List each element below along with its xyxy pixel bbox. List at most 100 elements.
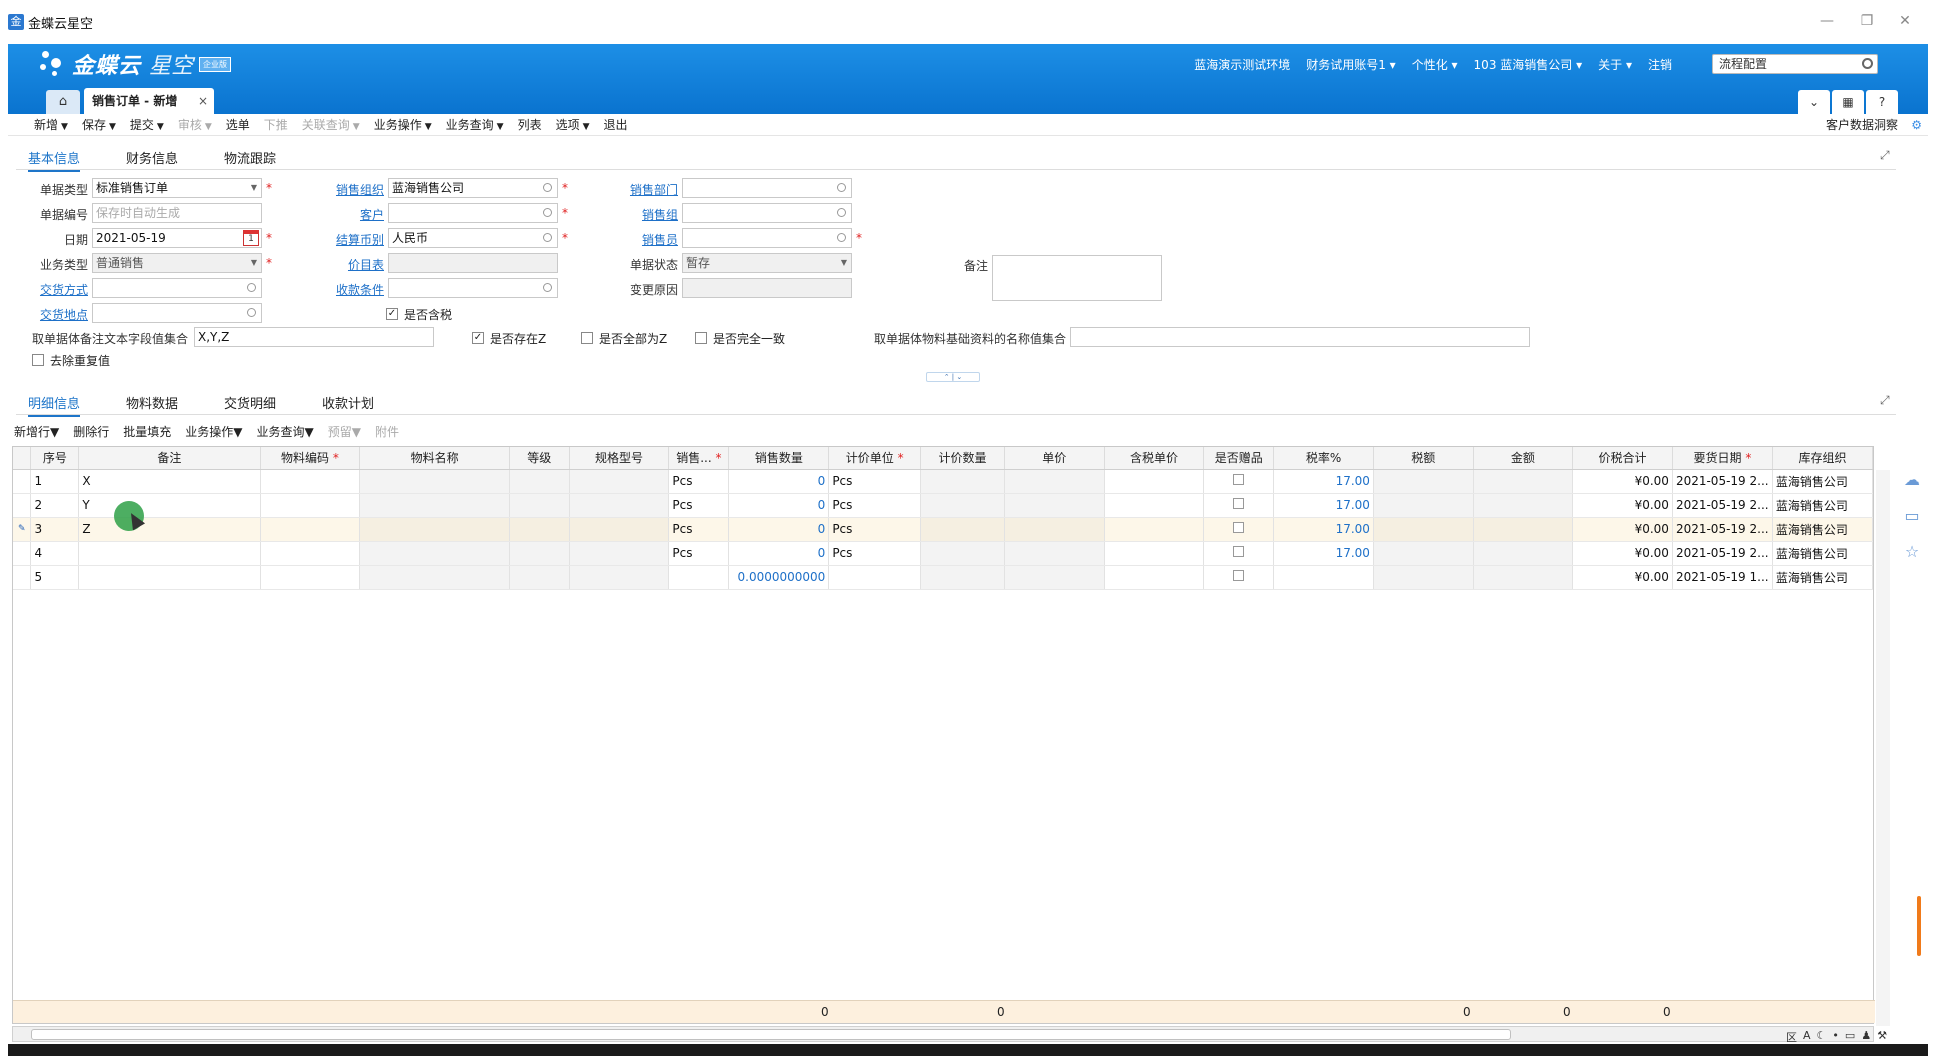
search-icon[interactable]: [247, 308, 256, 317]
table-row[interactable]: ✎ 3 Z Pcs 0 Pcs 17.00 ¥0.00 2021-05-19 2... 蓝海销售公…: [13, 517, 1873, 542]
close-window-button[interactable]: ✕: [1890, 10, 1920, 32]
tb-1[interactable]: 保存 ▼: [82, 118, 116, 132]
all-same-checkbox[interactable]: [695, 332, 707, 344]
tb-2[interactable]: 提交 ▼: [130, 118, 164, 132]
column-header[interactable]: 要货日期 *: [1672, 447, 1773, 470]
collect-material-input[interactable]: [1070, 327, 1530, 347]
column-header[interactable]: 等级: [509, 447, 570, 470]
cell-total[interactable]: ¥0.00: [1572, 517, 1673, 542]
cell-empty[interactable]: [920, 469, 1005, 494]
search-icon[interactable]: [837, 233, 846, 242]
cell-unit[interactable]: Pcs: [668, 541, 730, 566]
status-select[interactable]: 暂存 ▼: [682, 253, 852, 273]
cell-qty[interactable]: 0: [728, 493, 830, 518]
cell-empty[interactable]: [1203, 469, 1275, 494]
gear-icon[interactable]: ⚙: [1911, 118, 1922, 132]
column-header[interactable]: 是否赠品: [1203, 447, 1275, 470]
logout-link[interactable]: 注销: [1648, 56, 1672, 73]
cell-empty[interactable]: [569, 469, 670, 494]
cell-empty[interactable]: [920, 565, 1005, 590]
cell-total[interactable]: ¥0.00: [1572, 493, 1673, 518]
dot-icon[interactable]: •: [1832, 1029, 1839, 1045]
column-header[interactable]: 备注: [78, 447, 261, 470]
calendar-icon[interactable]: 1: [243, 230, 259, 246]
moon-icon[interactable]: ☾: [1817, 1029, 1827, 1045]
gift-checkbox[interactable]: [1233, 570, 1245, 581]
cell-price_unit[interactable]: Pcs: [828, 517, 922, 542]
cell-empty[interactable]: [260, 565, 361, 590]
tab-sales-order-new[interactable]: 销售订单 - 新增 ×: [84, 88, 214, 114]
gift-checkbox[interactable]: [1233, 498, 1245, 509]
search-icon[interactable]: [247, 283, 256, 292]
delivery-place-input[interactable]: [92, 303, 262, 323]
cell-date[interactable]: 2021-05-19 2...: [1672, 469, 1773, 494]
expand-icon[interactable]: ⤢: [1880, 393, 1892, 407]
column-header[interactable]: 计价单位 *: [828, 447, 922, 470]
cell-empty[interactable]: [1004, 517, 1105, 542]
cell-empty[interactable]: [509, 493, 570, 518]
cell-unit[interactable]: Pcs: [668, 469, 730, 494]
cell-date[interactable]: 2021-05-19 2...: [1672, 517, 1773, 542]
cell-empty[interactable]: [920, 541, 1005, 566]
tb-3[interactable]: 审核 ▼: [178, 118, 212, 132]
bill-type-select[interactable]: 标准销售订单 ▼: [92, 178, 262, 198]
cell-tax_rate[interactable]: [1273, 565, 1374, 590]
cell-empty[interactable]: [1373, 565, 1474, 590]
customer-input[interactable]: [388, 203, 558, 223]
env-label[interactable]: 蓝海演示测试环境: [1194, 56, 1290, 73]
gb-3[interactable]: 业务操作▼: [185, 423, 242, 440]
column-header[interactable]: 序号: [30, 447, 80, 470]
cell-tax_rate[interactable]: 17.00: [1273, 517, 1374, 542]
cell-org[interactable]: 蓝海销售公司: [1772, 565, 1873, 590]
delivery-place-link[interactable]: 交货地点: [20, 306, 88, 323]
currency-link[interactable]: 结算币别: [316, 231, 384, 248]
about-menu[interactable]: 关于 ▾: [1598, 56, 1632, 73]
remark-textarea[interactable]: [992, 255, 1162, 301]
column-header[interactable]: 金额: [1473, 447, 1574, 470]
cell-empty[interactable]: [509, 469, 570, 494]
cell-tax_rate[interactable]: 17.00: [1273, 541, 1374, 566]
cell-empty[interactable]: [1473, 469, 1574, 494]
chevron-down-icon[interactable]: ▼: [233, 425, 242, 439]
cell-date[interactable]: 2021-05-19 1...: [1672, 565, 1773, 590]
cell-empty[interactable]: [1203, 541, 1275, 566]
search-icon[interactable]: [543, 208, 552, 217]
font-icon[interactable]: A: [1803, 1029, 1811, 1045]
cell-empty[interactable]: [1473, 565, 1574, 590]
cell-qty[interactable]: 0.0000000000: [728, 565, 830, 590]
column-header[interactable]: 含税单价: [1104, 447, 1205, 470]
tb-8[interactable]: 业务查询 ▼: [446, 118, 504, 132]
ime-icon[interactable]: 区: [1786, 1029, 1797, 1045]
keyboard-icon[interactable]: ▭: [1845, 1029, 1855, 1045]
column-header[interactable]: 单价: [1004, 447, 1105, 470]
gb-6[interactable]: 附件: [375, 423, 399, 440]
column-header[interactable]: [13, 447, 32, 470]
help-icon[interactable]: ?: [1866, 90, 1898, 114]
cell-empty[interactable]: [1373, 469, 1474, 494]
sale-org-link[interactable]: 销售组织: [316, 181, 384, 198]
cell-empty[interactable]: [569, 493, 670, 518]
cell-remark[interactable]: Y: [78, 493, 261, 518]
search-icon[interactable]: [543, 283, 552, 292]
gift-checkbox[interactable]: [1233, 474, 1245, 485]
chevron-down-icon[interactable]: ▼: [583, 122, 590, 132]
cell-unit[interactable]: Pcs: [668, 493, 730, 518]
cell-total[interactable]: ¥0.00: [1572, 541, 1673, 566]
delivery-method-link[interactable]: 交货方式: [20, 281, 88, 298]
user-icon[interactable]: ♟: [1861, 1029, 1871, 1045]
cell-remark[interactable]: Z: [78, 517, 261, 542]
table-row[interactable]: 1 X Pcs 0 Pcs 17.00 ¥0.00 2021-05-19 2... 蓝海销售公司: [13, 469, 1873, 494]
chevron-down-icon[interactable]: ▼: [497, 122, 504, 132]
receipt-terms-link[interactable]: 收款条件: [316, 281, 384, 298]
cell-empty[interactable]: [920, 517, 1005, 542]
cell-price_unit[interactable]: [828, 565, 922, 590]
cell-empty[interactable]: [1473, 541, 1574, 566]
cell-tax_rate[interactable]: 17.00: [1273, 469, 1374, 494]
account-menu[interactable]: 财务试用账号1 ▾: [1306, 56, 1395, 73]
cell-unit[interactable]: [668, 565, 730, 590]
home-tab[interactable]: ⌂: [46, 90, 80, 114]
cell-empty[interactable]: [1004, 469, 1105, 494]
gb-1[interactable]: 删除行: [73, 423, 109, 440]
cell-remark[interactable]: [78, 565, 261, 590]
cell-org[interactable]: 蓝海销售公司: [1772, 493, 1873, 518]
